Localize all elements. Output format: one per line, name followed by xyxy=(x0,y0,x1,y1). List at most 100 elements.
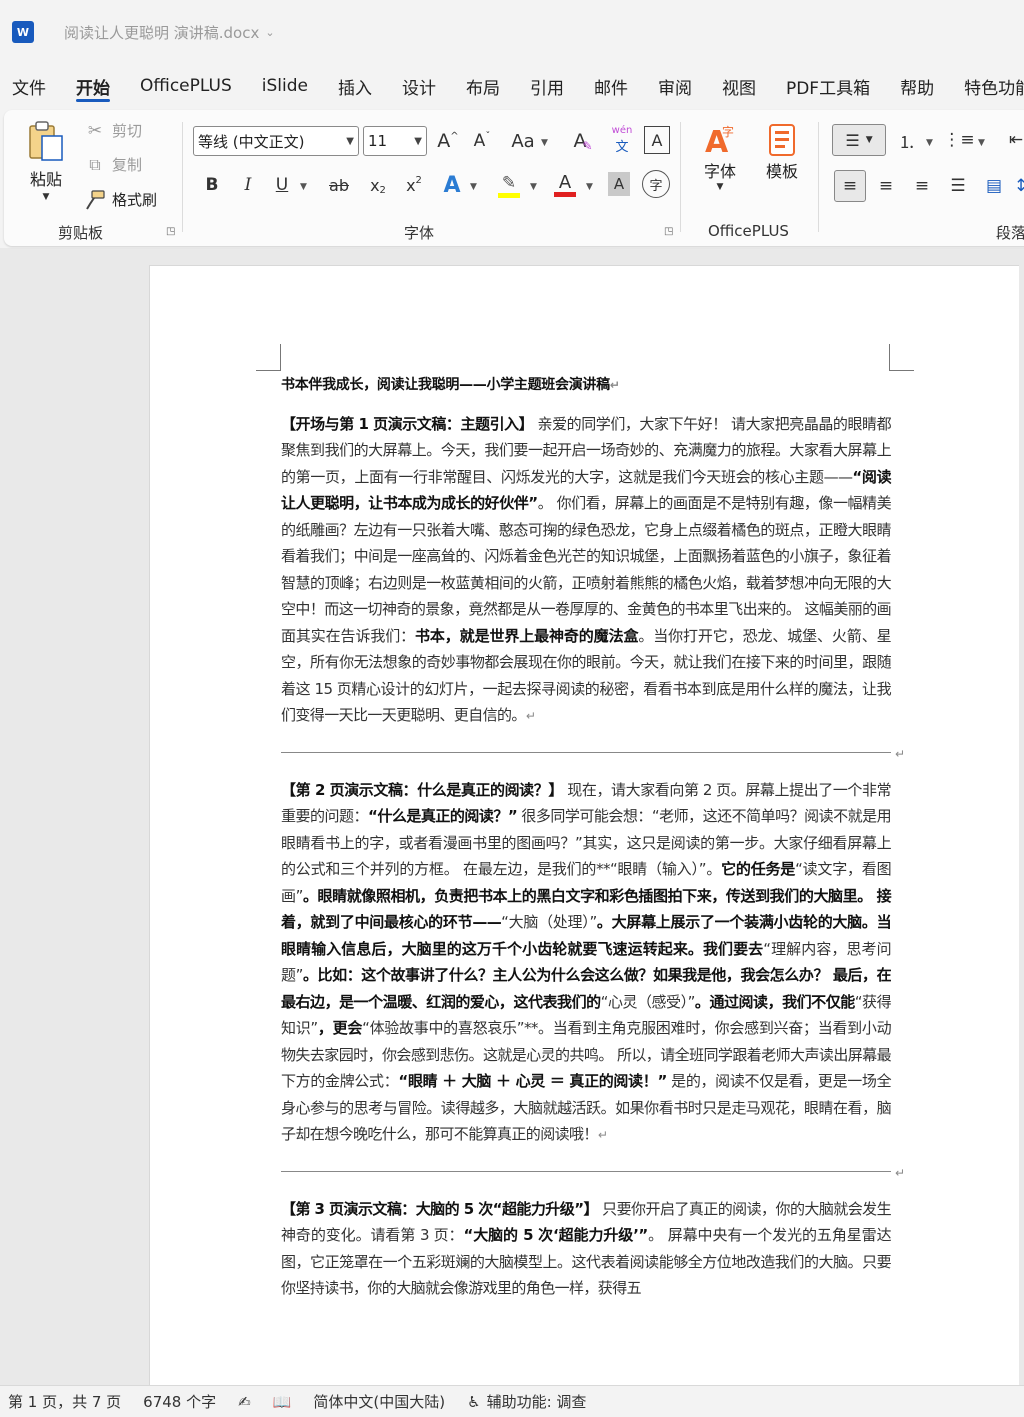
highlight-color-icon[interactable]: ✎ xyxy=(494,168,524,202)
superscript-icon[interactable]: x2 xyxy=(400,170,428,200)
paragraph-mark-icon: ↵ xyxy=(609,378,620,392)
chevron-down-icon[interactable]: ▼ xyxy=(541,138,548,148)
chevron-down-icon[interactable]: ▼ xyxy=(530,182,537,192)
format-painter-button[interactable]: 格式刷 xyxy=(84,189,157,210)
tab-insert[interactable]: 插入 xyxy=(338,64,372,108)
reading-mode-icon[interactable]: 📖 xyxy=(273,1393,292,1411)
cut-label: 剪切 xyxy=(112,122,143,140)
paste-icon xyxy=(29,121,63,161)
change-case-icon[interactable]: Aa xyxy=(508,126,538,156)
chevron-down-icon[interactable]: ▼ xyxy=(978,138,985,148)
bold-icon[interactable]: B xyxy=(200,170,224,200)
numbering-icon[interactable]: ⒈ xyxy=(892,124,922,156)
line-spacing-icon[interactable]: ↕ xyxy=(1014,170,1024,202)
paragraph-1[interactable]: 【开场与第 1 页演示文稿：主题引入】 亲爱的同学们，大家下午好！ 请大家把亮晶… xyxy=(281,411,892,730)
tab-layout[interactable]: 布局 xyxy=(466,64,500,108)
italic-icon[interactable]: I xyxy=(236,170,260,200)
chevron-down-icon[interactable]: ▼ xyxy=(346,136,354,147)
tab-pdf-toolbox[interactable]: PDF工具箱 xyxy=(786,64,870,108)
document-heading[interactable]: 书本伴我成长，阅读让我聪明——小学主题班会演讲稿↵ xyxy=(281,372,891,399)
font-name-value: 等线 (中文正文) xyxy=(198,132,305,151)
grow-font-icon[interactable]: A ^ xyxy=(434,126,462,156)
enclose-characters-icon[interactable]: 字 xyxy=(642,170,670,198)
copy-button[interactable]: ⧉ 复制 xyxy=(84,154,142,175)
officeplus-font-button[interactable]: A 字 字体 ▼ xyxy=(702,122,738,192)
align-left-icon[interactable]: ≡ xyxy=(834,170,866,202)
subscript-icon[interactable]: x2 xyxy=(364,170,392,200)
accessibility-status[interactable]: ♿ 辅助功能: 调查 xyxy=(467,1391,586,1412)
phonetic-guide-icon[interactable]: wén 文 xyxy=(607,124,637,156)
crop-mark xyxy=(280,344,281,370)
officeplus-font-label: 字体 xyxy=(703,162,736,181)
document-body[interactable]: 书本伴我成长，阅读让我聪明——小学主题班会演讲稿↵ 【开场与第 1 页演示文稿：… xyxy=(281,372,905,1302)
word-count-status[interactable]: 6748 个字 xyxy=(143,1391,216,1412)
paragraph-3[interactable]: 【第 3 页演示文稿：大脑的 5 次“超能力升级”】 只要你开启了真正的阅读，你… xyxy=(281,1196,892,1302)
font-name-combo[interactable]: 等线 (中文正文) ▼ xyxy=(193,126,359,156)
font-size-combo[interactable]: 11 ▼ xyxy=(363,126,427,156)
clipboard-dialog-launcher-icon[interactable]: ◳ xyxy=(166,226,175,237)
tab-file[interactable]: 文件 xyxy=(12,64,46,108)
bullets-button[interactable]: ☰ ▼ xyxy=(832,124,886,156)
font-dialog-launcher-icon[interactable]: ◳ xyxy=(664,226,673,237)
tab-design[interactable]: 设计 xyxy=(402,64,436,108)
officeplus-template-button[interactable]: 模板 xyxy=(764,122,800,182)
distributed-align-icon[interactable]: ▤ xyxy=(978,170,1010,202)
section-heading: 【开场与第 1 页演示文稿：主题引入】 xyxy=(281,414,534,433)
chevron-down-icon[interactable]: ▼ xyxy=(586,182,593,192)
document-page[interactable]: 书本伴我成长，阅读让我聪明——小学主题班会演讲稿↵ 【开场与第 1 页演示文稿：… xyxy=(149,265,1019,1395)
character-border-icon[interactable]: A xyxy=(644,126,670,154)
chevron-down-icon[interactable]: ⌄ xyxy=(265,26,274,39)
chevron-down-icon[interactable]: ▼ xyxy=(300,182,307,192)
clear-formatting-icon[interactable]: A ✎ xyxy=(568,126,598,156)
officeplus-font-icon: A 字 xyxy=(705,124,734,158)
chevron-down-icon[interactable]: ▼ xyxy=(717,182,724,192)
horizontal-rule: ↵ xyxy=(281,747,905,761)
tab-home[interactable]: 开始 xyxy=(76,64,110,108)
align-right-icon[interactable]: ≡ xyxy=(906,170,938,202)
group-separator xyxy=(680,122,681,232)
character-shading-icon[interactable]: A xyxy=(608,172,630,196)
tab-special-features[interactable]: 特色功能 xyxy=(964,64,1024,108)
copy-icon: ⧉ xyxy=(89,154,101,174)
cut-button[interactable]: ✂ 剪切 xyxy=(84,120,142,141)
decrease-indent-icon[interactable]: ⇤ xyxy=(1006,124,1024,156)
chevron-down-icon[interactable]: ▼ xyxy=(43,192,50,202)
page-count-status[interactable]: 第 1 页，共 7 页 xyxy=(8,1391,121,1412)
font-size-value: 11 xyxy=(368,132,388,150)
strikethrough-icon[interactable]: ab xyxy=(324,170,354,200)
tab-review[interactable]: 审阅 xyxy=(658,64,692,108)
officeplus-group-label: OfficePLUS xyxy=(708,222,789,240)
officeplus-template-label: 模板 xyxy=(765,162,798,181)
word-app-icon[interactable]: W xyxy=(12,21,34,43)
paragraph-2[interactable]: 【第 2 页演示文稿：什么是真正的阅读？】 现在，请大家看向第 2 页。屏幕上提… xyxy=(281,777,892,1149)
font-color-icon[interactable]: A xyxy=(550,168,580,202)
chevron-down-icon[interactable]: ▼ xyxy=(470,182,477,192)
multilevel-list-icon[interactable]: ⋮≡ xyxy=(943,124,974,156)
tab-islide[interactable]: iSlide xyxy=(262,64,308,108)
tab-help[interactable]: 帮助 xyxy=(900,64,934,108)
ribbon-panel: 粘贴 ▼ ✂ 剪切 ⧉ 复制 格式刷 剪贴板 ◳ 等线 (中文正文) ▼ 11 xyxy=(4,110,1024,246)
shrink-font-icon[interactable]: Aˇ xyxy=(468,126,496,156)
group-separator xyxy=(818,122,819,232)
justify-icon[interactable]: ☰ xyxy=(942,170,974,202)
chevron-down-icon[interactable]: ▼ xyxy=(866,135,873,145)
chevron-down-icon[interactable]: ▼ xyxy=(926,138,933,148)
paragraph-mark-icon: ↵ xyxy=(894,1165,905,1180)
text-predictions-icon[interactable]: ✍ xyxy=(238,1393,251,1411)
status-bar: 第 1 页，共 7 页 6748 个字 ✍ 📖 简体中文(中国大陆) ♿ 辅助功… xyxy=(0,1385,1024,1417)
tab-references[interactable]: 引用 xyxy=(530,64,564,108)
paste-button[interactable]: 粘贴 ▼ xyxy=(26,120,66,202)
language-status[interactable]: 简体中文(中国大陆) xyxy=(313,1391,445,1412)
align-center-icon[interactable]: ≡ xyxy=(870,170,902,202)
paragraph-mark-icon: ↵ xyxy=(525,709,536,723)
document-title[interactable]: 阅读让人更聪明 演讲稿.docx xyxy=(64,22,259,43)
paragraph-mark-icon: ↵ xyxy=(894,746,905,761)
horizontal-rule: ↵ xyxy=(281,1166,905,1180)
text-effects-icon[interactable]: A xyxy=(438,170,466,200)
tab-view[interactable]: 视图 xyxy=(722,64,756,108)
chevron-down-icon[interactable]: ▼ xyxy=(414,136,422,147)
tab-officeplus[interactable]: OfficePLUS xyxy=(140,64,232,108)
format-painter-icon xyxy=(86,189,105,210)
underline-icon[interactable]: U xyxy=(270,170,294,200)
tab-mailings[interactable]: 邮件 xyxy=(594,64,628,108)
